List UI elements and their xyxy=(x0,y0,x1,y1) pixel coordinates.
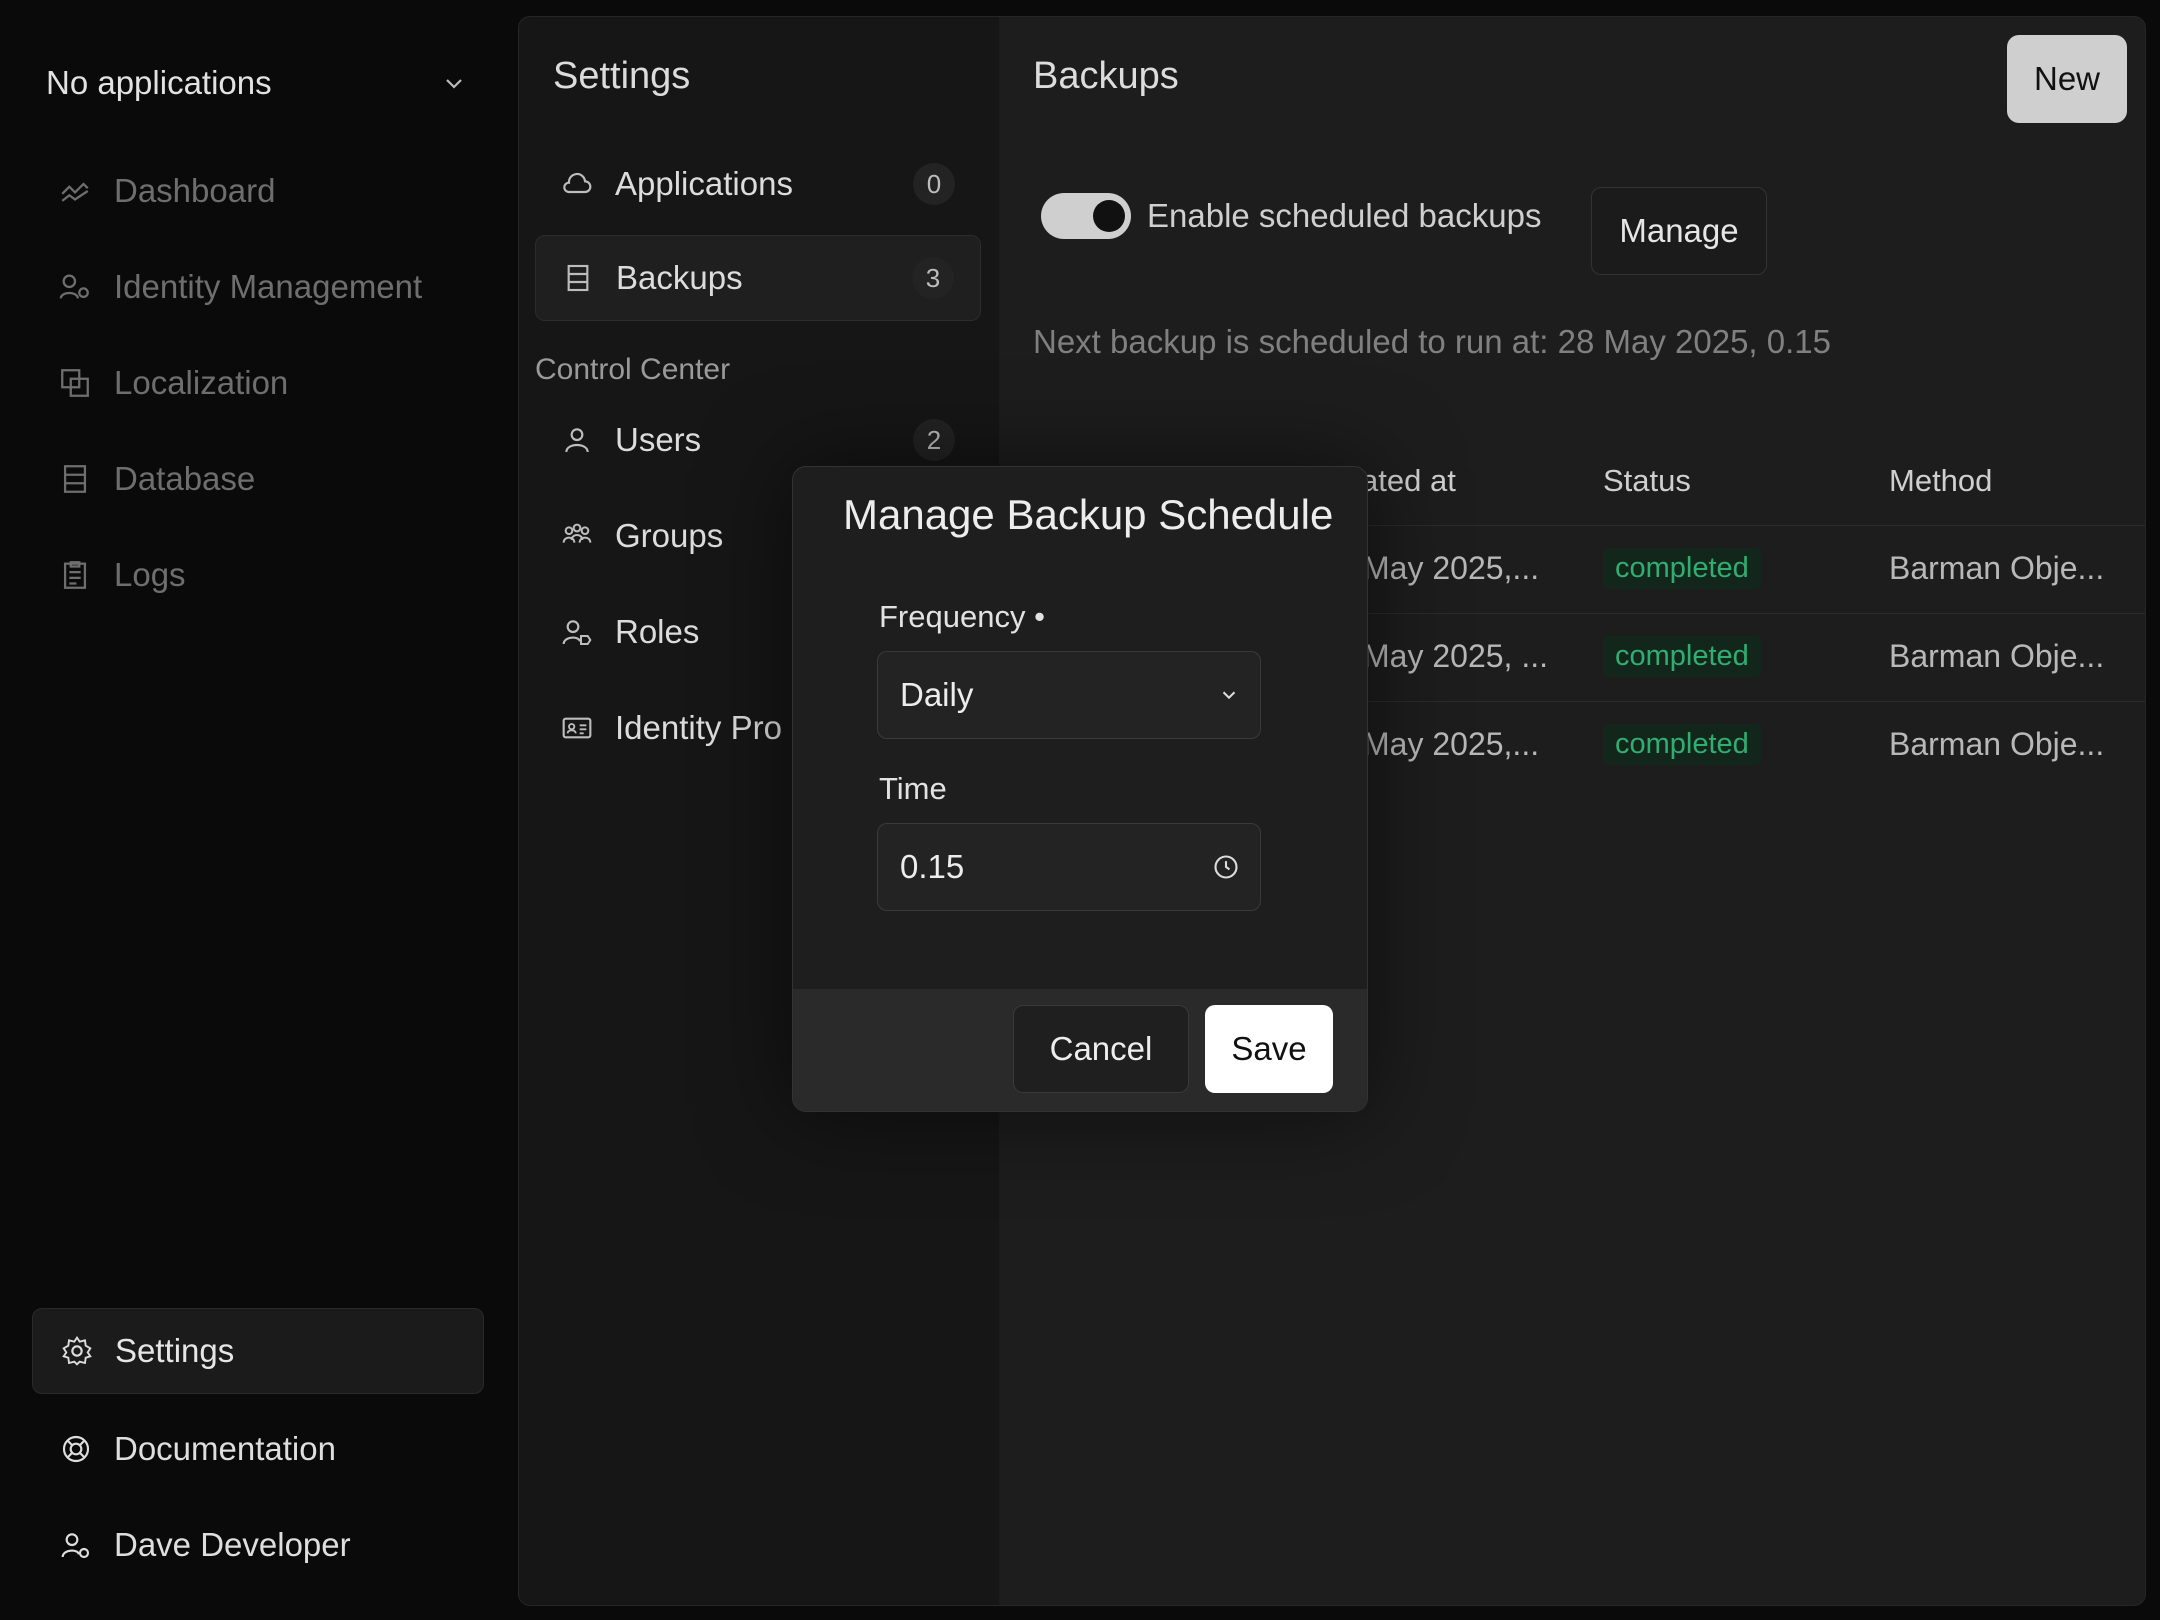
section-label-control-center: Control Center xyxy=(535,353,731,386)
new-backup-button[interactable]: New xyxy=(2007,35,2127,123)
dialog-title: Manage Backup Schedule xyxy=(843,491,1334,538)
count-badge: 3 xyxy=(912,257,954,299)
nav-item-identity-management[interactable]: Identity Management xyxy=(58,257,422,317)
chart-line-icon xyxy=(58,174,92,208)
required-indicator: • xyxy=(1034,599,1045,634)
created-cell: May 2025,... xyxy=(1363,550,1540,586)
server-icon xyxy=(562,262,594,294)
nav-item-documentation[interactable]: Documentation xyxy=(60,1419,336,1479)
nav-label: Logs xyxy=(114,556,186,593)
method-cell: Barman Obje... xyxy=(1889,550,2105,586)
database-icon xyxy=(58,462,92,496)
settings-item-label: Roles xyxy=(615,613,700,650)
group-icon xyxy=(561,520,593,552)
time-value: 0.15 xyxy=(900,848,965,885)
time-label: Time xyxy=(879,771,947,806)
settings-item-label: Identity Pro xyxy=(615,709,782,746)
users-gear-icon xyxy=(58,270,92,304)
method-cell: Barman Obje... xyxy=(1889,726,2105,762)
cloud-icon xyxy=(561,168,593,200)
settings-label: Settings xyxy=(115,1332,235,1369)
user-menu[interactable]: Dave Developer xyxy=(60,1515,351,1575)
application-selector[interactable]: No applications xyxy=(46,58,466,108)
save-button[interactable]: Save xyxy=(1205,1005,1333,1093)
nav-item-dashboard[interactable]: Dashboard xyxy=(58,161,275,221)
settings-title: Settings xyxy=(553,55,691,97)
settings-item-label: Applications xyxy=(615,165,793,202)
documentation-label: Documentation xyxy=(114,1430,336,1467)
nav-item-localization[interactable]: Localization xyxy=(58,353,288,413)
nav-item-logs[interactable]: Logs xyxy=(58,545,186,605)
nav-label: Identity Management xyxy=(114,268,423,305)
time-input[interactable]: 0.15 xyxy=(877,823,1261,911)
method-cell: Barman Obje... xyxy=(1889,638,2105,674)
chevron-down-icon xyxy=(442,71,466,95)
settings-item-label: Users xyxy=(615,421,702,458)
nav-label: Database xyxy=(114,460,256,497)
frequency-select[interactable]: Daily xyxy=(877,651,1261,739)
lifebuoy-icon xyxy=(60,1433,92,1465)
column-header-created[interactable]: ated at xyxy=(1361,463,1456,499)
frequency-label-text: Frequency xyxy=(879,599,1026,634)
count-badge: 0 xyxy=(913,163,955,205)
column-header-status[interactable]: Status xyxy=(1603,463,1691,499)
user-name: Dave Developer xyxy=(114,1526,351,1563)
page-title: Backups xyxy=(1033,55,1179,97)
translate-icon xyxy=(58,366,92,400)
settings-item-backups[interactable]: Backups 3 xyxy=(535,235,981,321)
clipboard-icon xyxy=(58,558,92,592)
id-card-icon xyxy=(561,712,593,744)
created-cell: May 2025,... xyxy=(1363,726,1540,762)
settings-item-label: Groups xyxy=(615,517,724,554)
chevron-down-icon xyxy=(1218,684,1240,706)
nav-label: Dashboard xyxy=(114,172,276,209)
settings-item-applications[interactable]: Applications 0 xyxy=(535,141,981,227)
user-icon xyxy=(561,424,593,456)
frequency-value: Daily xyxy=(900,676,974,713)
nav-item-settings[interactable]: Settings xyxy=(32,1308,484,1394)
column-header-method[interactable]: Method xyxy=(1889,463,1992,499)
manage-schedule-button[interactable]: Manage xyxy=(1591,187,1767,275)
status-badge: completed xyxy=(1603,724,1761,765)
application-selector-label: No applications xyxy=(46,64,272,101)
dialog-footer: Cancel Save xyxy=(793,989,1367,1111)
toggle-knob xyxy=(1093,200,1125,232)
count-badge: 2 xyxy=(913,419,955,461)
cancel-button[interactable]: Cancel xyxy=(1013,1005,1189,1093)
user-tag-icon xyxy=(561,616,593,648)
toggle-label: Enable scheduled backups xyxy=(1147,197,1542,234)
status-badge: completed xyxy=(1603,636,1761,677)
next-backup-text: Next backup is scheduled to run at: 28 M… xyxy=(1033,323,1831,360)
manage-backup-schedule-dialog: Manage Backup Schedule Frequency • Daily… xyxy=(792,466,1368,1112)
created-cell: May 2025, ... xyxy=(1363,638,1548,674)
status-badge: completed xyxy=(1603,548,1761,589)
nav-label: Localization xyxy=(114,364,289,401)
clock-icon[interactable] xyxy=(1212,853,1240,881)
settings-item-label: Backups xyxy=(616,259,743,296)
frequency-label: Frequency • xyxy=(879,599,1045,635)
gear-icon xyxy=(61,1335,93,1367)
user-settings-icon xyxy=(60,1529,92,1561)
nav-item-database[interactable]: Database xyxy=(58,449,255,509)
scheduled-backups-toggle[interactable] xyxy=(1041,193,1131,239)
